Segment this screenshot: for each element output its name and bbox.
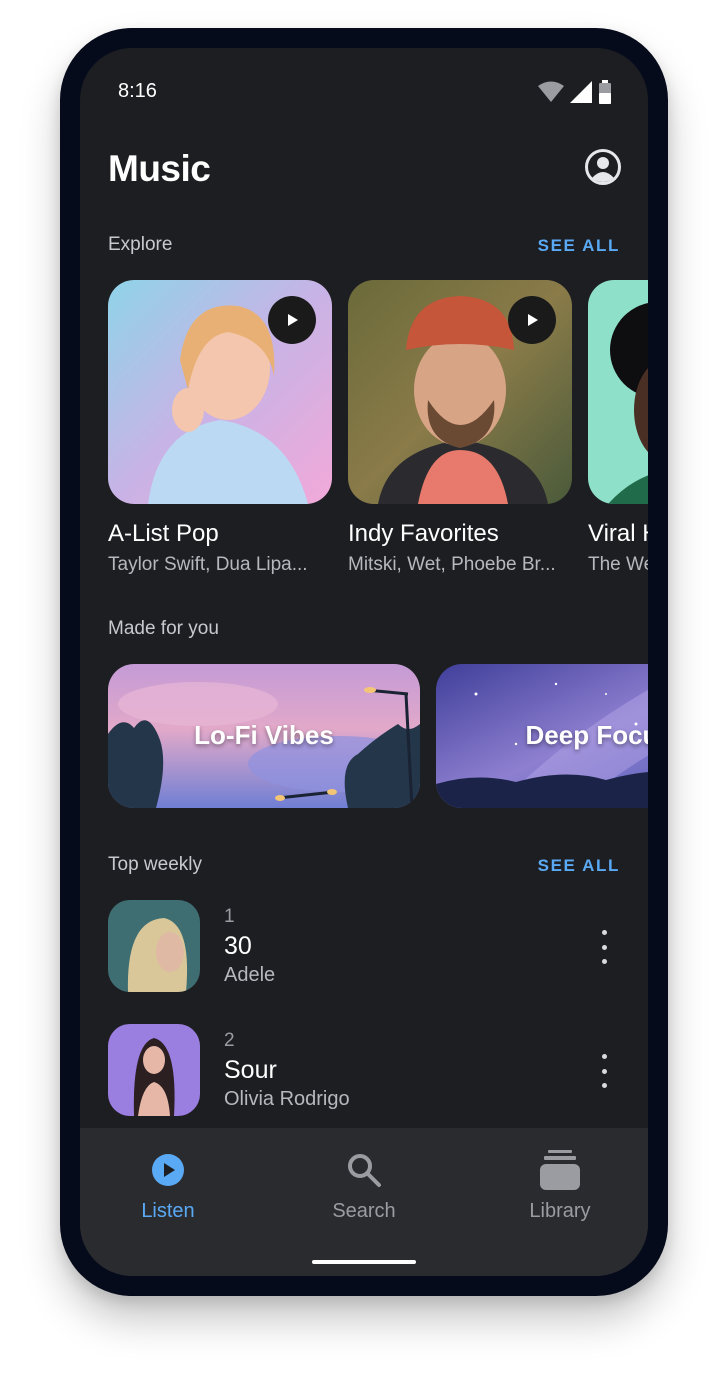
play-button[interactable] xyxy=(268,296,316,344)
status-bar: 8:16 xyxy=(80,48,648,118)
playlist-cover-art[interactable] xyxy=(348,280,572,504)
album-cover-art[interactable] xyxy=(108,900,200,992)
mix-title: Deep Focu xyxy=(525,720,648,750)
explore-card[interactable]: Viral H The We xyxy=(588,280,648,576)
playlist-title: Viral H xyxy=(588,520,648,547)
playlist-artists: Taylor Swift, Dua Lipa... xyxy=(108,554,308,575)
playlist-title: Indy Favorites xyxy=(348,520,499,547)
nav-item-search[interactable]: Search xyxy=(289,1150,439,1223)
track-title: 30 xyxy=(224,932,252,960)
mix-carousel[interactable]: Lo-Fi Vibes Deep Focu xyxy=(108,664,648,808)
search-icon xyxy=(348,1154,381,1187)
nav-label-search: Search xyxy=(332,1200,396,1222)
library-icon xyxy=(540,1150,580,1190)
nav-item-library[interactable]: Library xyxy=(485,1150,635,1223)
nav-label-listen: Listen xyxy=(141,1200,195,1222)
playlist-cover-art[interactable] xyxy=(108,280,332,504)
album-image xyxy=(108,900,200,992)
more-options-icon[interactable] xyxy=(594,930,614,964)
home-indicator[interactable] xyxy=(312,1260,416,1264)
cover-image xyxy=(588,280,648,504)
track-artist: Olivia Rodrigo xyxy=(224,1088,350,1110)
status-icons xyxy=(538,80,612,104)
made-for-you-heading: Made for you xyxy=(108,618,219,639)
cellular-signal-icon xyxy=(570,81,592,103)
play-icon xyxy=(528,314,538,326)
more-options-icon[interactable] xyxy=(594,1054,614,1088)
top-weekly-see-all-button[interactable]: SEE ALL xyxy=(538,856,620,876)
app-screen: 8:16 Music Explore SEE ALL A-List Pop Ta… xyxy=(80,48,648,1276)
playlist-title: A-List Pop xyxy=(108,520,219,547)
track-rank: 1 xyxy=(224,906,235,927)
album-image xyxy=(108,1024,200,1116)
account-icon[interactable] xyxy=(584,148,622,186)
nav-item-listen[interactable]: Listen xyxy=(93,1150,243,1223)
album-cover-art[interactable] xyxy=(108,1024,200,1116)
explore-card[interactable]: Indy Favorites Mitski, Wet, Phoebe Br... xyxy=(348,280,572,576)
wifi-icon xyxy=(538,81,564,102)
track-rank: 2 xyxy=(224,1030,235,1051)
track-title: Sour xyxy=(224,1056,277,1084)
battery-icon xyxy=(599,80,611,104)
playlist-artists: The We xyxy=(588,554,648,575)
playlist-cover-art[interactable] xyxy=(588,280,648,504)
status-time: 8:16 xyxy=(118,80,157,102)
mix-title: Lo-Fi Vibes xyxy=(194,720,334,750)
top-weekly-heading: Top weekly xyxy=(108,854,202,875)
bottom-navigation: Listen Search Library xyxy=(80,1128,648,1276)
phone-frame: 8:16 Music Explore SEE ALL A-List Pop Ta… xyxy=(60,28,668,1296)
mix-card[interactable]: Lo-Fi Vibes xyxy=(108,664,420,808)
play-button[interactable] xyxy=(508,296,556,344)
mix-card[interactable]: Deep Focu xyxy=(436,664,648,808)
explore-heading: Explore xyxy=(108,234,173,255)
explore-see-all-button[interactable]: SEE ALL xyxy=(538,236,620,256)
nav-label-library: Library xyxy=(529,1200,591,1222)
play-circle-icon xyxy=(152,1154,184,1186)
track-artist: Adele xyxy=(224,964,276,986)
page-title: Music xyxy=(108,148,211,189)
explore-carousel[interactable]: A-List Pop Taylor Swift, Dua Lipa... Ind… xyxy=(108,280,648,580)
track-row[interactable]: 2 Sour Olivia Rodrigo xyxy=(108,1024,628,1116)
explore-card[interactable]: A-List Pop Taylor Swift, Dua Lipa... xyxy=(108,280,332,576)
track-row[interactable]: 1 30 Adele xyxy=(108,900,628,992)
play-icon xyxy=(288,314,298,326)
playlist-artists: Mitski, Wet, Phoebe Br... xyxy=(348,554,556,575)
